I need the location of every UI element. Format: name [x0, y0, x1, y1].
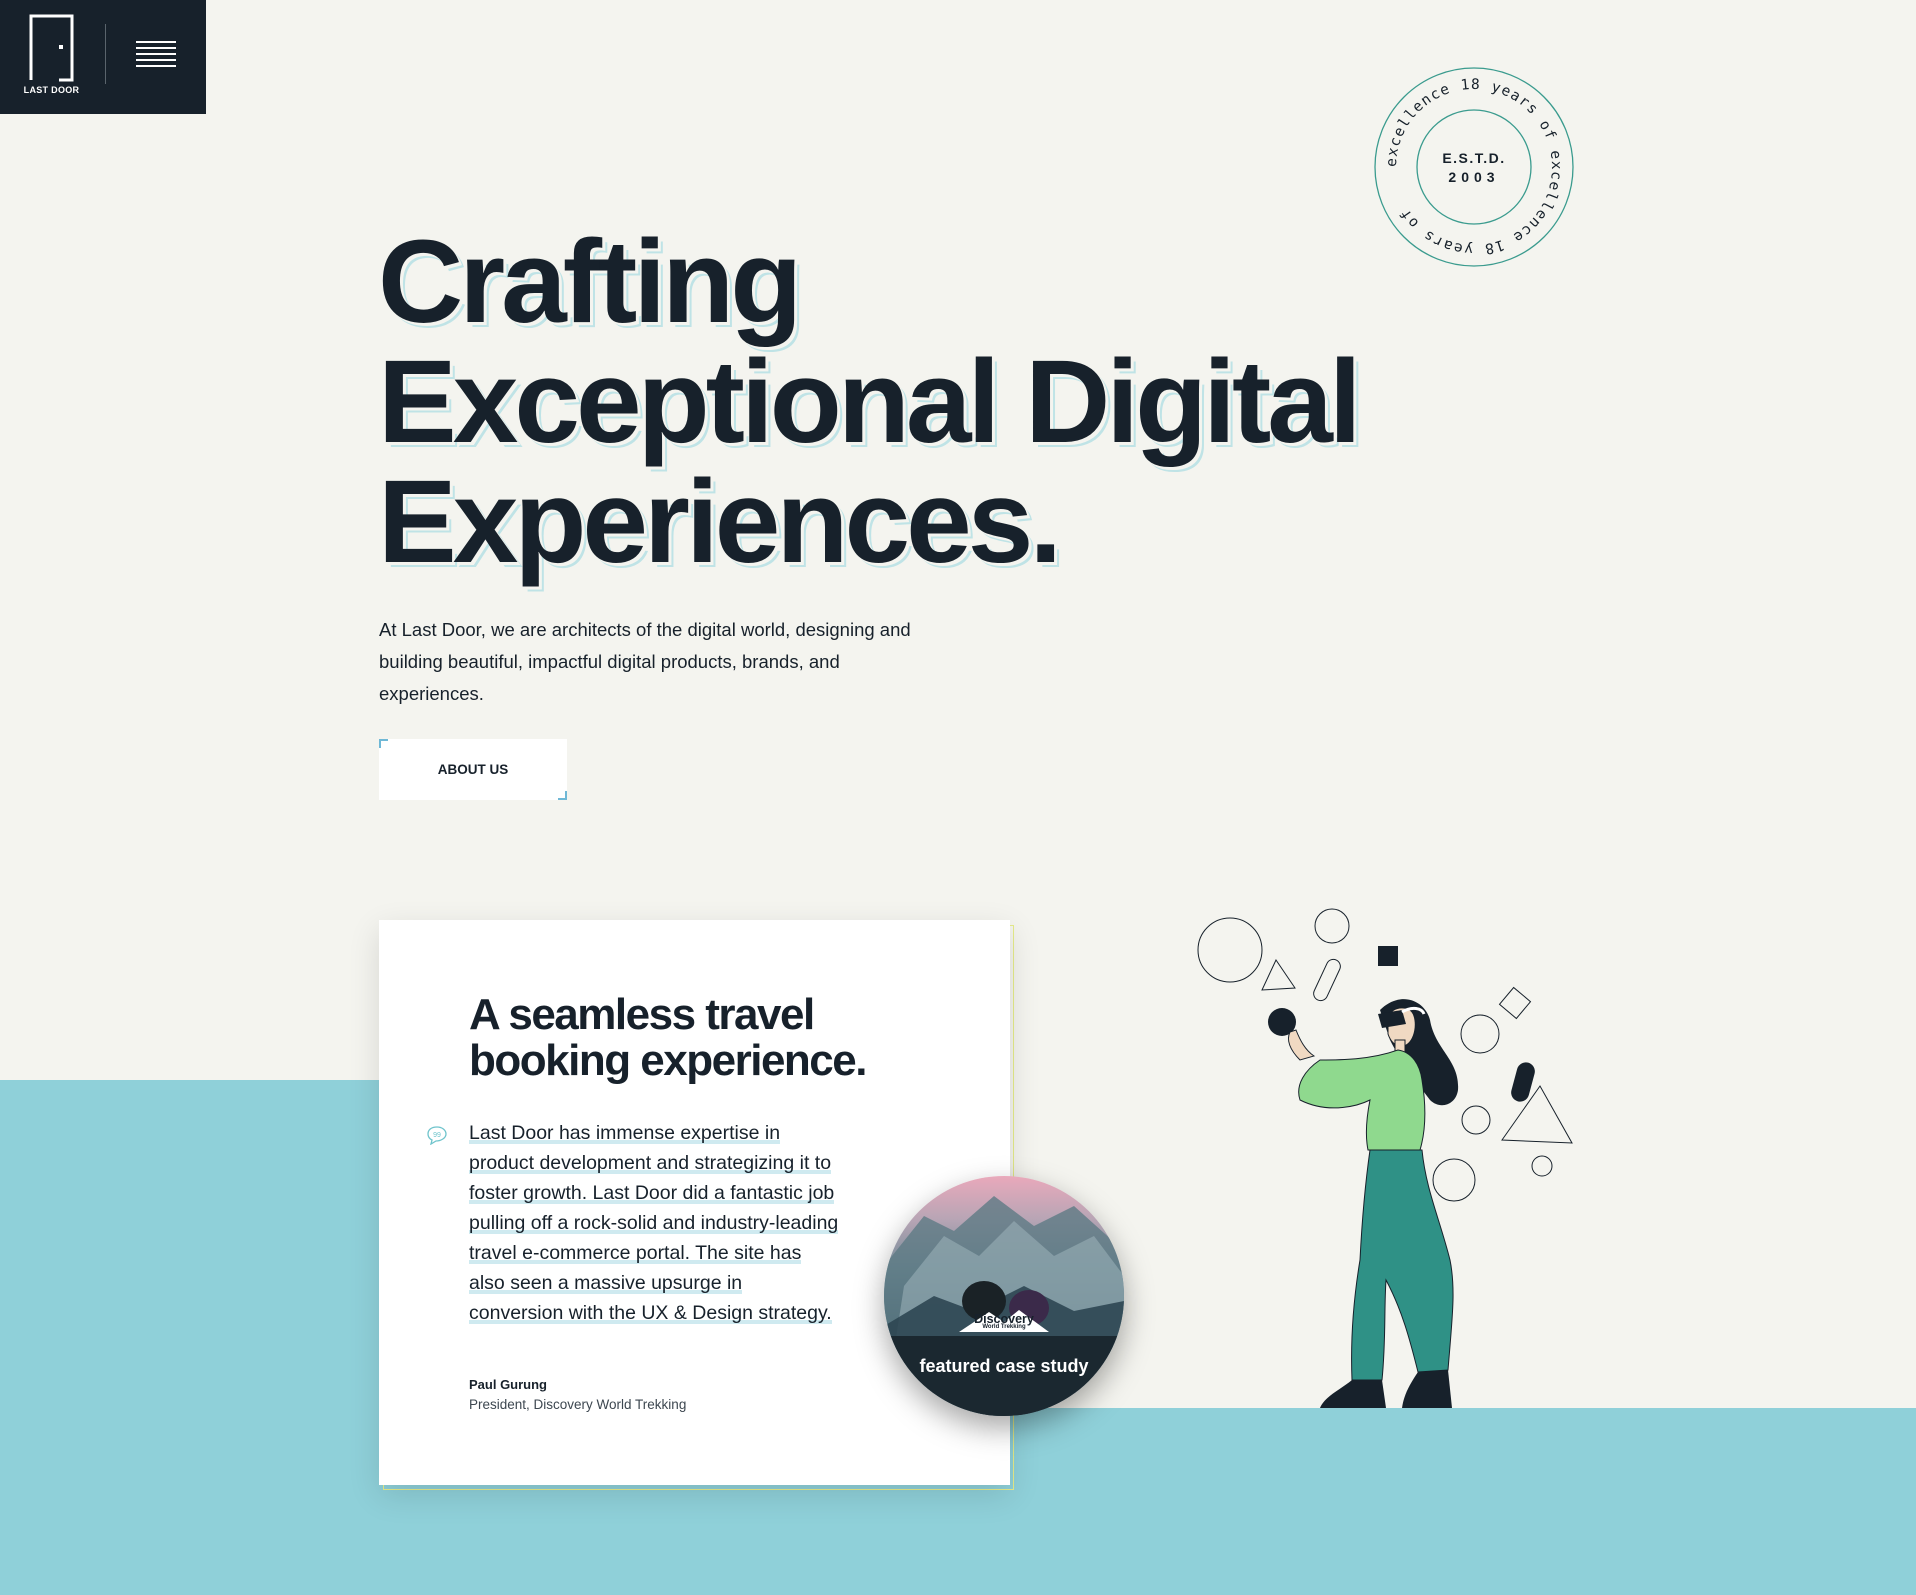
testimonial-quote-text: Last Door has immense expertise in produ… [469, 1122, 839, 1324]
established-stamp-badge: excellence 18 years of excellence 18 yea… [1374, 67, 1574, 267]
author-name: Paul Gurung [469, 1377, 547, 1392]
stamp-ring-text: excellence 18 years of excellence 18 yea… [1384, 77, 1563, 257]
hero-title-line-2: Exceptional Digital [378, 336, 1362, 468]
stamp-estd-text: E.S.T.D. [1442, 150, 1505, 166]
door-logo-icon [29, 14, 74, 82]
about-us-button[interactable]: ABOUT US [379, 739, 567, 800]
hamburger-menu-icon[interactable] [136, 41, 176, 69]
testimonial-title: A seamless travel booking experience. [469, 990, 867, 1085]
discovery-logo: Discovery World Trekking [944, 1310, 1064, 1332]
stamp-year-text: 2003 [1448, 169, 1499, 185]
featured-case-study-label: featured case study [919, 1356, 1089, 1376]
woman-vr-illustration [1197, 908, 1573, 1408]
hero-description: At Last Door, we are architects of the d… [379, 619, 911, 704]
svg-text:99: 99 [433, 1132, 441, 1139]
header-divider [105, 24, 106, 84]
logo-link[interactable]: LAST DOOR [0, 0, 105, 114]
header-logo-block: LAST DOOR [0, 0, 206, 114]
teal-background-band-right [1000, 1408, 1916, 1595]
hero-title: Crafting Exceptional Digital Experiences… [378, 222, 1378, 582]
hero-title-line-1: Crafting [378, 216, 802, 348]
hero-title-line-3: Experiences. [378, 456, 1062, 588]
author-role: President, Discovery World Trekking [469, 1397, 687, 1412]
quote-bubble-icon: 99 [427, 1126, 447, 1145]
button-corner-decoration [379, 739, 388, 748]
featured-case-study-badge[interactable]: Discovery World Trekking featured case s… [884, 1176, 1124, 1416]
testimonial-quote: Last Door has immense expertise in produ… [469, 1118, 839, 1328]
button-corner-decoration [558, 791, 567, 800]
mountain-photo-image [884, 1196, 1124, 1416]
logo-text: LAST DOOR [23, 85, 80, 95]
svg-text:excellence 18 years of excelle: excellence 18 years of excellence 18 yea… [1384, 77, 1564, 257]
discovery-logo-subtitle: World Trekking [982, 1324, 1026, 1330]
about-us-label: ABOUT US [437, 762, 509, 777]
